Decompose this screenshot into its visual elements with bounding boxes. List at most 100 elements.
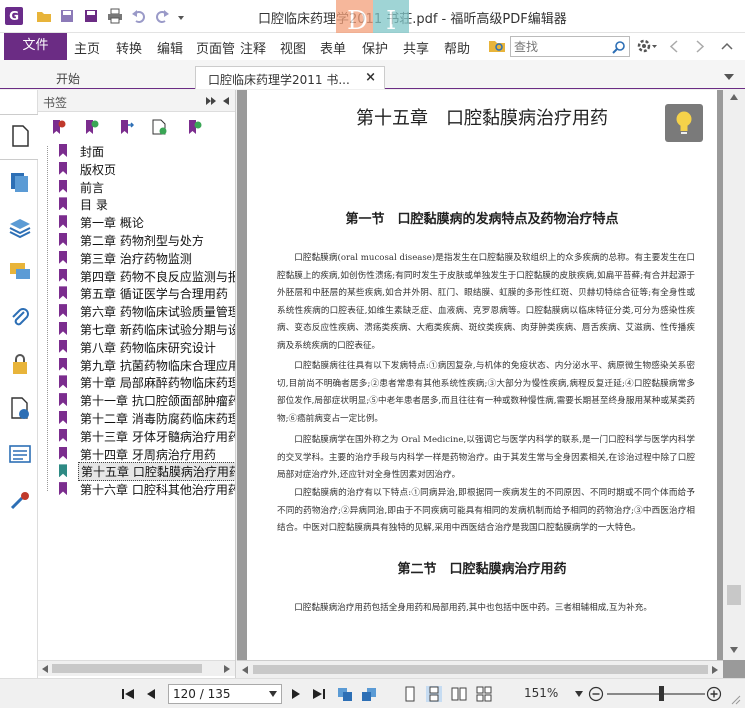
app-logo[interactable]: G	[5, 7, 23, 25]
document-vertical-scrollbar[interactable]	[723, 90, 745, 660]
attachments-icon[interactable]	[8, 306, 32, 330]
document-properties-icon[interactable]	[8, 396, 32, 420]
scroll-right-arrow-icon[interactable]	[223, 664, 231, 674]
open-folder-icon[interactable]	[36, 8, 52, 24]
document-horizontal-scrollbar[interactable]	[237, 660, 723, 678]
customize-toolbar-icon[interactable]	[176, 8, 186, 24]
nav-forward-icon[interactable]	[694, 40, 706, 53]
next-view-icon[interactable]	[361, 686, 377, 702]
scroll-left-arrow-icon[interactable]	[41, 664, 49, 674]
page-number-field[interactable]: 120 / 135	[168, 684, 282, 704]
undo-icon[interactable]	[131, 8, 147, 24]
bookmark-item[interactable]: 第十三章 牙体牙髓病治疗用药	[38, 427, 235, 445]
nav-back-icon[interactable]	[668, 40, 680, 53]
redo-icon[interactable]	[154, 8, 170, 24]
search-input[interactable]	[511, 37, 607, 56]
continuous-facing-view-icon[interactable]	[476, 686, 492, 702]
last-page-icon[interactable]	[311, 686, 327, 702]
menu-view[interactable]: 视图	[280, 38, 306, 57]
tab-close-icon[interactable]: ×	[365, 70, 376, 85]
zoom-out-icon[interactable]	[588, 686, 604, 702]
bookmark-item[interactable]: 第十章 局部麻醉药物临床药理	[38, 373, 235, 391]
previous-page-icon[interactable]	[143, 686, 159, 702]
save-icon[interactable]	[59, 8, 75, 24]
bookmark-item[interactable]: 第六章 药物临床试验质量管理	[38, 302, 235, 320]
print-icon[interactable]	[107, 8, 123, 24]
first-page-icon[interactable]	[120, 686, 136, 702]
save-as-icon[interactable]	[83, 8, 99, 24]
continuous-view-icon[interactable]	[426, 686, 442, 702]
next-page-icon[interactable]	[288, 686, 304, 702]
settings-gear-icon[interactable]	[636, 38, 658, 55]
bookmark-item[interactable]: 第十一章 抗口腔颌面部肿瘤药	[38, 391, 235, 409]
menu-protect[interactable]: 保护	[362, 38, 388, 57]
previous-view-icon[interactable]	[337, 686, 353, 702]
document-view[interactable]: 第十五章 口腔黏膜病治疗用药 第一节 口腔黏膜病的发病特点及药物治疗特点 口腔黏…	[237, 90, 745, 678]
resize-grip-icon[interactable]	[729, 693, 741, 705]
bookmark-item[interactable]: 第七章 新药临床试验分期与设	[38, 320, 235, 338]
page-thumbnail-icon[interactable]	[8, 124, 32, 148]
menu-share[interactable]: 共享	[403, 38, 429, 57]
menu-convert[interactable]: 转换	[116, 38, 142, 57]
bookmarks-horizontal-scrollbar[interactable]	[38, 660, 235, 676]
zoom-level[interactable]: 151%	[524, 686, 558, 700]
bookmark-item[interactable]: 前言	[38, 178, 235, 196]
security-lock-icon[interactable]	[8, 352, 32, 376]
menu-comment[interactable]: 注释	[240, 38, 266, 57]
bookmark-item[interactable]: 第一章 概论	[38, 213, 235, 231]
tab-document[interactable]: 口腔临床药理学2011 书... ×	[195, 66, 385, 89]
single-page-view-icon[interactable]	[402, 686, 418, 702]
bookmarks-panel-icon[interactable]	[8, 170, 32, 194]
find-folder-icon[interactable]	[488, 38, 506, 54]
scroll-up-arrow-icon[interactable]	[729, 93, 739, 101]
search-field[interactable]	[510, 36, 630, 57]
collapse-panel-icon[interactable]	[222, 96, 230, 106]
bookmark-item[interactable]: 第十六章 口腔科其他治疗用药	[38, 480, 235, 498]
panel-options-icon[interactable]	[205, 96, 217, 106]
bookmark-item[interactable]: 第十二章 消毒防腐药临床药理	[38, 409, 235, 427]
bookmark-item[interactable]: 目 录	[38, 195, 235, 213]
bookmark-item[interactable]: 版权页	[38, 160, 235, 178]
zoom-slider-track[interactable]	[607, 693, 705, 695]
tab-list-dropdown-icon[interactable]	[723, 72, 735, 82]
bookmark-item[interactable]: 第二章 药物剂型与处方	[38, 231, 235, 249]
tab-start[interactable]: 开始	[44, 66, 194, 89]
menu-page-manage[interactable]: 页面管	[196, 38, 238, 57]
menu-form[interactable]: 表单	[320, 38, 346, 57]
scroll-right-arrow-icon[interactable]	[711, 665, 719, 675]
add-child-bookmark-icon[interactable]	[118, 119, 134, 135]
menu-home[interactable]: 主页	[74, 38, 100, 57]
page-dropdown-icon[interactable]	[269, 691, 277, 697]
bookmark-item-selected[interactable]: 第十五章 口腔黏膜病治疗用药	[38, 462, 235, 482]
collapse-ribbon-icon[interactable]	[720, 40, 734, 53]
forms-icon[interactable]	[8, 442, 32, 466]
bookmark-item[interactable]: 第九章 抗菌药物临床合理应用	[38, 356, 235, 374]
tip-lightbulb-button[interactable]	[665, 104, 703, 142]
file-menu-button[interactable]: 文件	[4, 33, 67, 60]
search-icon[interactable]	[612, 40, 626, 54]
scroll-thumb[interactable]	[727, 585, 741, 605]
bookmark-item[interactable]: 第八章 药物临床研究设计	[38, 338, 235, 356]
bookmark-item[interactable]: 第十四章 牙周病治疗用药	[38, 445, 235, 463]
layers-icon[interactable]	[8, 216, 32, 240]
add-bookmark-icon[interactable]	[83, 119, 99, 135]
bookmark-properties-icon[interactable]	[151, 119, 167, 135]
scroll-thumb[interactable]	[52, 664, 202, 673]
menu-help[interactable]: 帮助	[444, 38, 470, 57]
delete-bookmark-icon[interactable]	[50, 119, 66, 135]
comments-icon[interactable]	[8, 260, 32, 284]
bookmark-item[interactable]: 第四章 药物不良反应监测与报	[38, 267, 235, 285]
zoom-dropdown-icon[interactable]	[575, 691, 583, 697]
bookmark-item[interactable]: 第三章 治疗药物监测	[38, 249, 235, 267]
menu-edit[interactable]: 编辑	[157, 38, 183, 57]
scroll-left-arrow-icon[interactable]	[241, 665, 249, 675]
signature-tools-icon[interactable]	[8, 488, 32, 512]
scroll-down-arrow-icon[interactable]	[729, 646, 739, 654]
scroll-thumb[interactable]	[253, 665, 708, 674]
bookmark-item[interactable]: 第五章 循证医学与合理用药	[38, 284, 235, 302]
zoom-in-icon[interactable]	[706, 686, 722, 702]
expand-bookmark-icon[interactable]	[186, 119, 202, 135]
zoom-slider-thumb[interactable]	[659, 686, 664, 701]
facing-view-icon[interactable]	[451, 686, 467, 702]
bookmark-item[interactable]: 封面	[38, 142, 235, 160]
